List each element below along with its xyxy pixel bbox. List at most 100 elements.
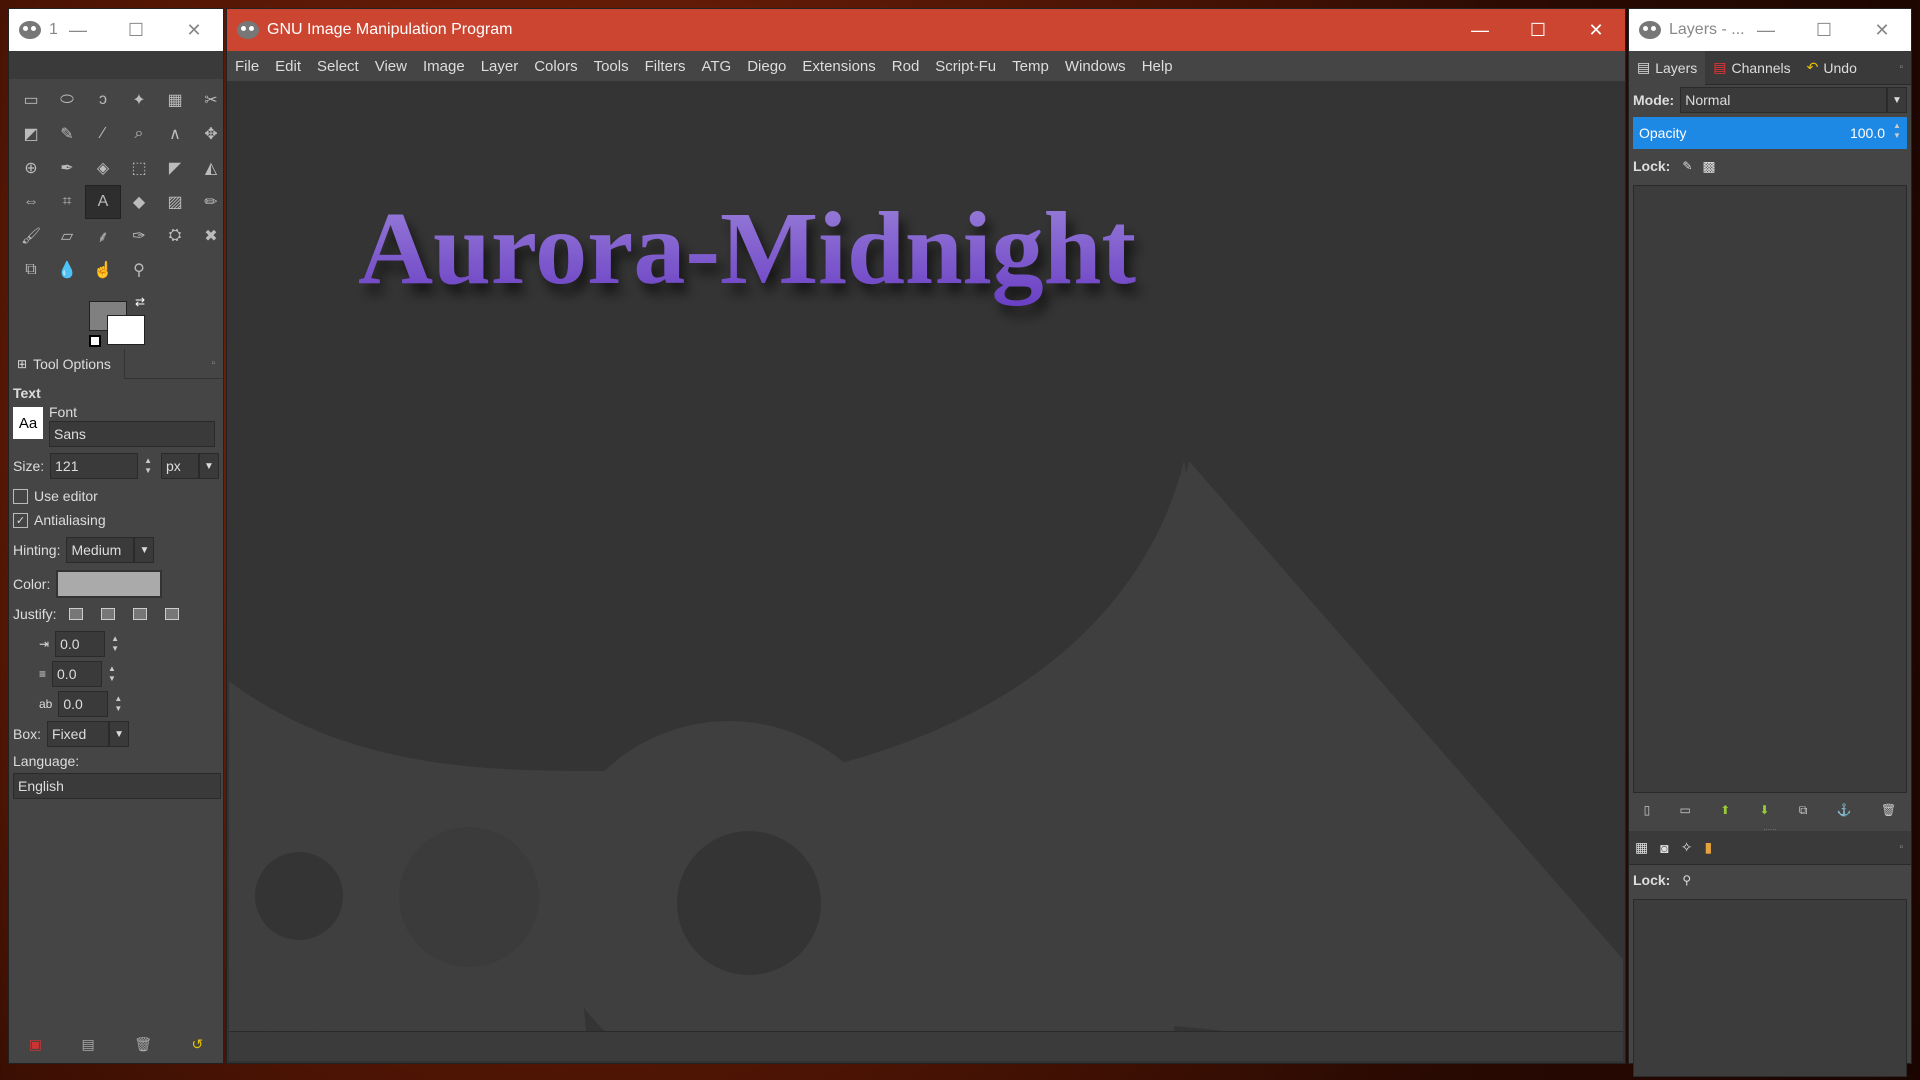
menu-tools[interactable]: Tools (594, 58, 629, 75)
perspective-icon[interactable]: ◭ (193, 151, 229, 185)
color-picker-icon[interactable]: ⁄ (85, 117, 121, 151)
dodge-burn-icon[interactable]: ⚲ (121, 253, 157, 287)
mode-dropdown[interactable]: Normal ▼ (1680, 87, 1907, 113)
tab-layers[interactable]: ▤ Layers (1629, 50, 1706, 85)
color-select-icon[interactable]: ▦ (157, 83, 193, 117)
tab-tool-options[interactable]: ⊞ Tool Options (9, 348, 125, 379)
justify-right-icon[interactable] (100, 608, 115, 620)
flip-icon[interactable]: ⇔ (13, 185, 49, 219)
font-preview-button[interactable]: Aa (13, 407, 43, 439)
save-options-icon[interactable]: ▣ (29, 1036, 42, 1053)
gradient-tab-icon[interactable]: ▮ (1704, 839, 1712, 856)
paths-icon[interactable]: ✎ (49, 117, 85, 151)
measure-icon[interactable]: ∧ (157, 117, 193, 151)
delete-layer-icon[interactable]: 🗑 (1881, 803, 1896, 817)
duplicate-layer-icon[interactable]: ⧉ (1799, 803, 1808, 818)
hinting-dropdown[interactable]: Medium ▼ (66, 537, 155, 563)
opacity-spin-buttons[interactable]: ▲ ▼ (1893, 121, 1905, 141)
font-input[interactable]: Sans (49, 421, 215, 447)
close-button[interactable]: ✕ (1853, 9, 1911, 51)
main-titlebar[interactable]: GNU Image Manipulation Program — ☐ ✕ (227, 9, 1625, 51)
foreground-select-icon[interactable]: ◩ (13, 117, 49, 151)
brush-tab-icon[interactable]: ◙ (1660, 840, 1668, 856)
menu-windows[interactable]: Windows (1065, 58, 1126, 75)
menu-colors[interactable]: Colors (534, 58, 577, 75)
maximize-button[interactable]: ☐ (1795, 9, 1853, 51)
box-dropdown[interactable]: Fixed ▼ (47, 721, 130, 747)
delete-options-icon[interactable]: 🗑 (134, 1036, 152, 1053)
size-input[interactable]: 121 (50, 453, 139, 479)
smudge-icon[interactable]: ☝ (85, 253, 121, 287)
tab-undo[interactable]: ↶ Undo (1799, 51, 1865, 85)
tab-channels[interactable]: ▤ Channels (1705, 51, 1798, 85)
lock-position-icon[interactable]: ⚲ (1682, 873, 1691, 887)
text-color-button[interactable] (56, 570, 163, 598)
menu-edit[interactable]: Edit (275, 58, 301, 75)
letter-spacing-input[interactable]: 0.0 (58, 691, 109, 717)
default-colors-icon[interactable] (89, 335, 101, 347)
layer-list[interactable] (1633, 185, 1907, 793)
align-icon[interactable]: ⊕ (13, 151, 49, 185)
justify-fill-icon[interactable] (164, 608, 179, 620)
opacity-slider[interactable]: Opacity 100.0 ▲ ▼ (1633, 117, 1907, 149)
lower-layer-icon[interactable]: ⬇ (1760, 803, 1770, 817)
scissors-select-icon[interactable]: ✂ (193, 83, 229, 117)
size-unit-dropdown[interactable]: px ▼ (161, 453, 219, 479)
gradient-icon[interactable]: ▨ (157, 185, 193, 219)
reset-options-icon[interactable]: ↺ (192, 1036, 204, 1053)
zoom-icon[interactable]: ⌕ (121, 117, 157, 151)
rotate-icon[interactable]: ◈ (85, 151, 121, 185)
move-icon[interactable]: ✥ (193, 117, 229, 151)
line-spacing-input[interactable]: 0.0 (52, 661, 103, 687)
toolbox-titlebar[interactable]: 1 — ☐ ✕ (9, 9, 223, 51)
menu-diego[interactable]: Diego (747, 58, 786, 75)
menu-extensions[interactable]: Extensions (802, 58, 875, 75)
menu-image[interactable]: Image (423, 58, 465, 75)
menu-temp[interactable]: Temp (1012, 58, 1049, 75)
airbrush-icon[interactable]: ⸙ (85, 219, 121, 253)
language-input[interactable]: English (13, 773, 221, 799)
menu-help[interactable]: Help (1142, 58, 1173, 75)
menu-file[interactable]: File (235, 58, 259, 75)
menu-select[interactable]: Select (317, 58, 359, 75)
new-layer-icon[interactable]: ▯ (1644, 803, 1651, 817)
blur-icon[interactable]: 💧 (49, 253, 85, 287)
antialiasing-checkbox[interactable]: ✓ (13, 512, 28, 528)
layers-titlebar[interactable]: Layers - ... — ☐ ✕ (1629, 9, 1911, 51)
second-dock-list[interactable] (1633, 899, 1907, 1077)
ellipse-select-icon[interactable]: ⬭ (49, 83, 85, 117)
eraser-icon[interactable]: ▱ (49, 219, 85, 253)
clone-icon[interactable]: ⛭ (157, 219, 193, 253)
perspective-clone-icon[interactable]: ⧉ (13, 253, 49, 287)
maximize-button[interactable]: ☐ (107, 9, 165, 51)
background-color-swatch[interactable] (107, 315, 145, 345)
menu-layer[interactable]: Layer (481, 58, 519, 75)
menu-filters[interactable]: Filters (645, 58, 686, 75)
menu-atg[interactable]: ATG (701, 58, 731, 75)
tab-menu-icon[interactable]: ▫ (211, 358, 215, 369)
bucket-fill-icon[interactable]: ◆ (121, 185, 157, 219)
rect-select-icon[interactable]: ▭ (13, 83, 49, 117)
minimize-button[interactable]: — (1451, 9, 1509, 51)
menu-rod[interactable]: Rod (892, 58, 920, 75)
palette-tab-icon[interactable]: ▦ (1635, 839, 1648, 856)
fuzzy-select-icon[interactable]: ✦ (121, 83, 157, 117)
justify-center-icon[interactable] (132, 608, 147, 620)
scale-icon[interactable]: ⬚ (121, 151, 157, 185)
maximize-button[interactable]: ☐ (1509, 9, 1567, 51)
menu-script-fu[interactable]: Script-Fu (935, 58, 996, 75)
empty-canvas[interactable]: Aurora-Midnight (229, 81, 1623, 1061)
size-spin-buttons[interactable]: ▲ ▼ (144, 456, 155, 476)
justify-left-icon[interactable] (68, 608, 83, 620)
restore-options-icon[interactable]: ▤ (81, 1036, 94, 1053)
use-editor-checkbox[interactable] (13, 488, 28, 504)
lock-alpha-icon[interactable]: ▩ (1702, 158, 1715, 175)
new-group-icon[interactable]: ▭ (1680, 803, 1691, 817)
line-spacing-spin-buttons[interactable]: ▲ ▼ (108, 664, 120, 684)
menu-view[interactable]: View (375, 58, 407, 75)
minimize-button[interactable]: — (1737, 9, 1795, 51)
tab-menu-icon[interactable]: ▫ (1899, 62, 1903, 73)
paintbrush-icon[interactable]: 🖌 (13, 219, 49, 253)
indent-spin-buttons[interactable]: ▲ ▼ (111, 634, 123, 654)
ink-icon[interactable]: ✑ (121, 219, 157, 253)
